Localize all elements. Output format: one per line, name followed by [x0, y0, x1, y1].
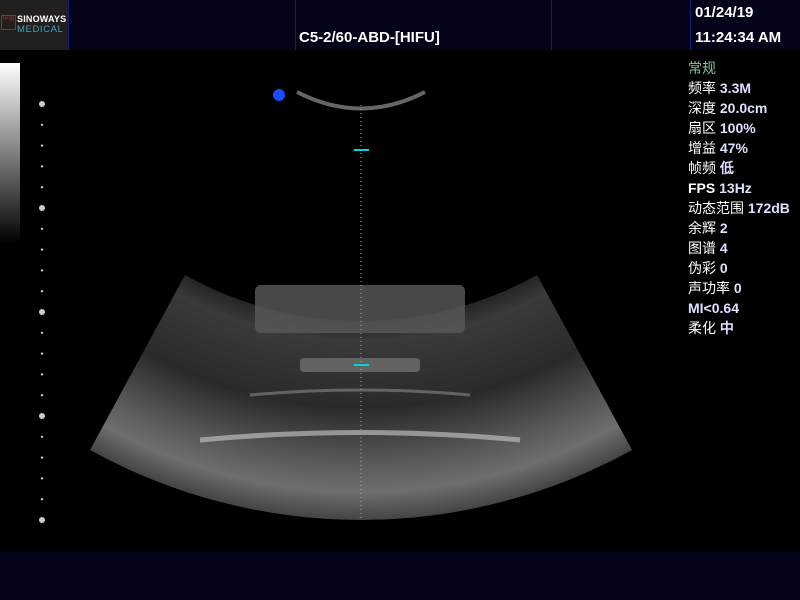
depth-tick: [40, 227, 44, 230]
param-value: 20.0cm: [719, 100, 768, 116]
probe-arc: [296, 90, 426, 111]
bladder-structure: [255, 285, 465, 333]
depth-scale: [39, 101, 45, 523]
depth-tick: [40, 477, 44, 480]
depth-tick: [40, 269, 44, 272]
param-label: 余辉: [688, 220, 716, 236]
depth-tick: [39, 413, 45, 419]
param-value: 4: [719, 240, 728, 256]
param-label: 伪彩: [688, 260, 716, 276]
param-value: 0: [719, 260, 728, 276]
depth-tick: [40, 498, 44, 501]
param-label: 动态范围: [688, 200, 744, 216]
depth-tick: [40, 394, 44, 397]
param-row: 余辉 2: [688, 218, 790, 238]
param-value: 低: [719, 160, 734, 176]
depth-tick: [39, 517, 45, 523]
footer-bar: [0, 552, 800, 600]
param-value: 172dB: [747, 200, 790, 216]
param-row: 增益 47%: [688, 138, 790, 158]
param-label: MI<0.64: [688, 300, 739, 316]
param-value: 100%: [719, 120, 756, 136]
param-label: 声功率: [688, 280, 730, 296]
param-value: 中: [719, 320, 734, 336]
depth-tick: [40, 248, 44, 251]
param-label: FPS: [688, 180, 716, 196]
param-label: 帧频: [688, 160, 716, 176]
depth-tick: [40, 165, 44, 168]
param-row: MI<0.64: [688, 298, 790, 318]
param-row: 频率 3.3M: [688, 78, 790, 98]
depth-tick: [40, 123, 44, 127]
param-row: 深度 20.0cm: [688, 98, 790, 118]
parameter-panel: 常规 频率 3.3M 深度 20.0cm 扇区 100% 增益 47% 帧频 低 FPS …: [688, 58, 790, 338]
depth-tick: [40, 456, 44, 459]
param-row: FPS 13Hz: [688, 178, 790, 198]
depth-tick: [40, 290, 44, 293]
param-value: 47%: [719, 140, 748, 156]
param-label: 图谱: [688, 240, 716, 256]
mode-label: 常规: [688, 60, 716, 76]
param-row: 动态范围 172dB: [688, 198, 790, 218]
param-value: 13Hz: [719, 180, 752, 196]
param-row: 声功率 0: [688, 278, 790, 298]
depth-tick: [40, 186, 44, 189]
depth-tick: [39, 205, 45, 211]
depth-tick: [40, 435, 44, 438]
param-row: 伪彩 0: [688, 258, 790, 278]
param-value: 3.3M: [719, 80, 752, 96]
param-label: 深度: [688, 100, 716, 116]
ultrasound-image[interactable]: [0, 0, 800, 600]
param-value: 2: [719, 220, 728, 236]
param-label: 频率: [688, 80, 716, 96]
param-label: 扇区: [688, 120, 716, 136]
focus-dot-icon[interactable]: [273, 89, 285, 101]
param-row: 柔化 中: [688, 318, 790, 338]
depth-tick: [40, 331, 44, 334]
depth-tick: [40, 144, 44, 147]
depth-tick: [40, 373, 44, 376]
depth-tick: [39, 101, 45, 107]
depth-tick: [39, 309, 45, 315]
param-row: 扇区 100%: [688, 118, 790, 138]
param-value: 0: [733, 280, 742, 296]
param-label: 柔化: [688, 320, 716, 336]
depth-tick: [40, 352, 44, 355]
param-row: 图谱 4: [688, 238, 790, 258]
param-label: 增益: [688, 140, 716, 156]
param-row: 帧频 低: [688, 158, 790, 178]
